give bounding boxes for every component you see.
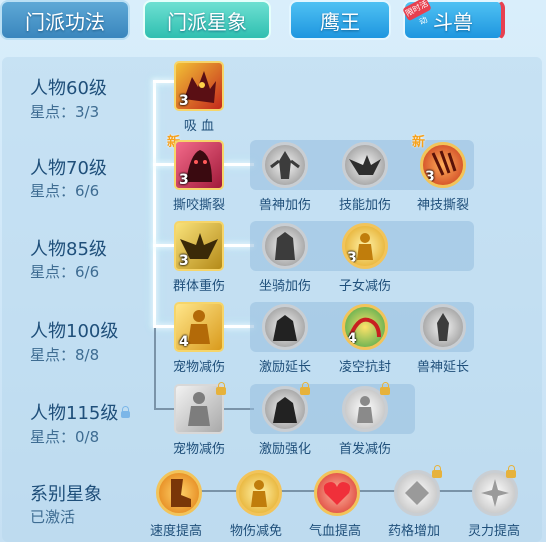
skill-divine-tear[interactable]: 3 xyxy=(420,142,466,188)
brute-icon xyxy=(273,315,297,341)
skill-child-reduce[interactable]: 3 xyxy=(342,223,388,269)
skill-drain-blood[interactable]: 3 xyxy=(174,61,224,111)
boot-icon xyxy=(171,479,191,507)
locked-branch-line xyxy=(154,408,175,410)
heart-icon xyxy=(323,482,351,505)
eagle-icon xyxy=(349,155,381,175)
skill-name: 灵力提高 xyxy=(467,524,520,539)
skill-level: 3 xyxy=(179,253,189,269)
skill-group-wound[interactable]: 3 xyxy=(174,221,224,271)
skill-name: 吸 血 xyxy=(183,119,215,134)
skill-level: 3 xyxy=(425,169,435,185)
gem-icon xyxy=(405,481,429,505)
row-level-label: 人物70级 xyxy=(30,158,107,179)
skill-level: 4 xyxy=(347,331,357,347)
branch-line xyxy=(153,325,175,328)
figure-icon xyxy=(251,480,267,507)
beast-head-icon xyxy=(275,232,295,260)
row-level-label: 人物115级 xyxy=(30,399,131,425)
figure-icon xyxy=(357,396,373,423)
skill-name: 群体重伤 xyxy=(172,279,225,294)
skill-skill-damage[interactable] xyxy=(342,142,388,188)
branch-line xyxy=(153,244,175,247)
warrior-icon xyxy=(270,151,300,179)
skill-speed-up[interactable] xyxy=(156,470,202,516)
sparkle-icon xyxy=(481,479,509,507)
warrior-icon xyxy=(437,313,449,341)
row-stars-label: 星点：0/8 xyxy=(30,428,100,446)
skill-beast-god-damage[interactable] xyxy=(262,142,308,188)
row-stars-label: 星点：6/6 xyxy=(30,182,100,200)
row-level-label: 人物100级 xyxy=(30,321,119,342)
skill-air-resist-seal[interactable]: 4 xyxy=(342,304,388,350)
tab-eagle-king[interactable]: 鹰王 xyxy=(289,0,391,40)
skill-name: 宠物减伤 xyxy=(172,442,225,457)
row-stars-label: 星点：3/3 xyxy=(30,103,100,121)
row-level-label: 系别星象 xyxy=(30,484,102,505)
lock-icon xyxy=(216,382,226,395)
skill-beast-god-extend[interactable] xyxy=(420,304,466,350)
branch-line xyxy=(153,80,175,83)
skill-phys-reduce[interactable] xyxy=(236,470,282,516)
branch-line xyxy=(153,163,175,166)
new-tag: 新 xyxy=(412,135,426,150)
skill-name: 宠物减伤 xyxy=(172,360,225,375)
skill-level: 3 xyxy=(179,172,189,188)
skill-mount-damage[interactable] xyxy=(262,223,308,269)
skill-name: 子女减伤 xyxy=(338,279,391,294)
skill-level: 4 xyxy=(179,334,189,350)
lock-icon xyxy=(506,465,516,478)
lock-icon xyxy=(300,382,310,395)
tab-sect-constellation[interactable]: 门派星象 xyxy=(143,0,271,40)
skill-hp-up[interactable] xyxy=(314,470,360,516)
row-level-label: 人物85级 xyxy=(30,239,107,260)
tab-sect-skills[interactable]: 门派功法 xyxy=(0,0,130,40)
lock-icon xyxy=(380,382,390,395)
skill-level: 3 xyxy=(347,250,357,266)
skill-name: 兽神延长 xyxy=(416,360,469,375)
skill-pet-reduce[interactable]: 4 xyxy=(174,302,224,352)
lock-icon xyxy=(121,405,131,418)
row-stars-label: 已激活 xyxy=(30,508,76,526)
skill-bite-tear[interactable]: 3 xyxy=(174,140,224,190)
row-stars-label: 星点：8/8 xyxy=(30,346,100,364)
lock-icon xyxy=(432,465,442,478)
skill-name: 撕咬撕裂 xyxy=(172,198,225,213)
row-level-label: 人物60级 xyxy=(30,78,107,99)
skill-inspire-extend[interactable] xyxy=(262,304,308,350)
skill-name: 首发减伤 xyxy=(338,442,391,457)
row-stars-label: 星点：6/6 xyxy=(30,263,100,281)
skill-level: 3 xyxy=(179,93,189,109)
constellation-panel xyxy=(2,57,542,542)
brute-icon xyxy=(273,397,297,423)
skill-name: 神技撕裂 xyxy=(416,198,469,213)
